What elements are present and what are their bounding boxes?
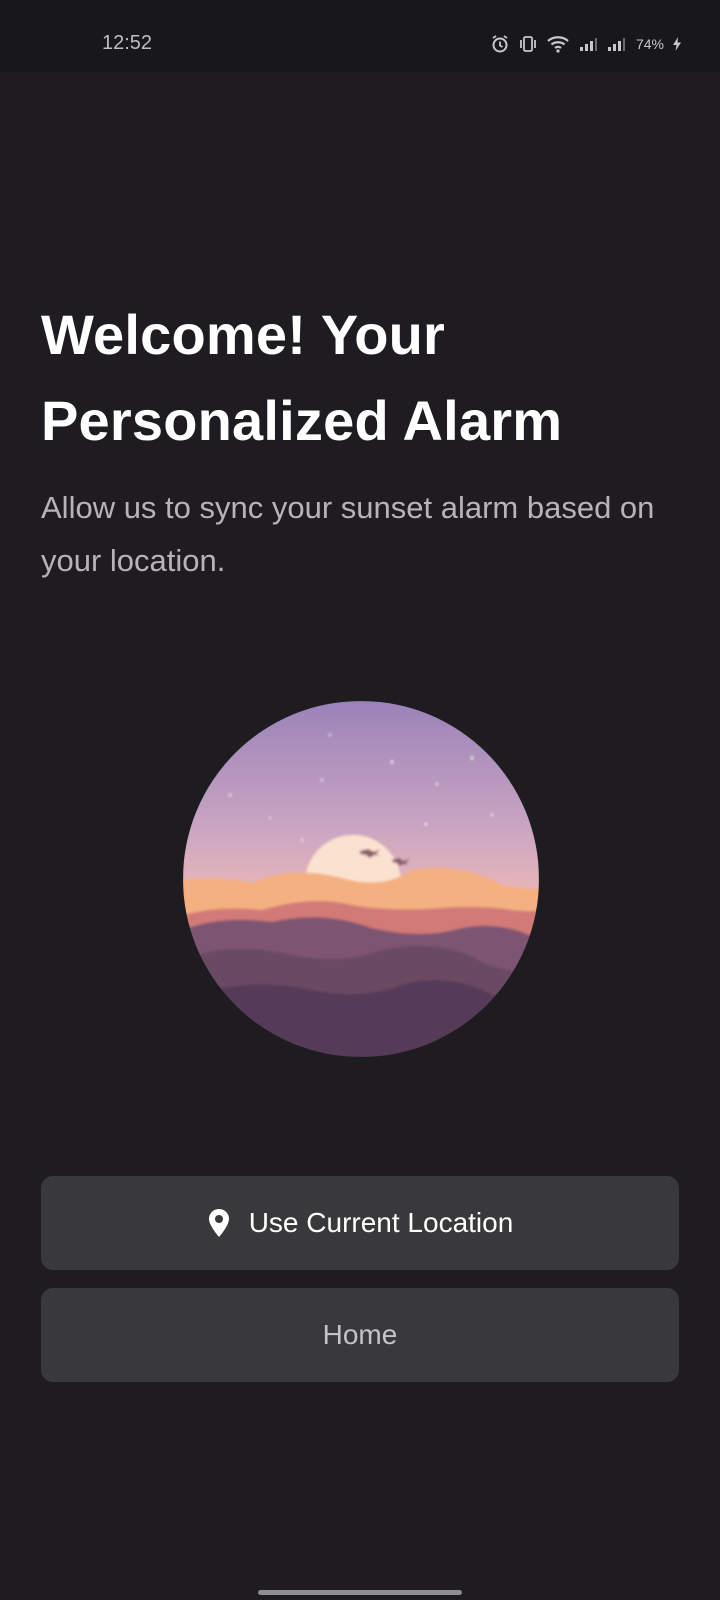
status-bar: 12:52 74% [0, 0, 720, 72]
charging-icon [672, 36, 682, 52]
wifi-icon [546, 34, 570, 54]
alarm-icon [490, 34, 510, 54]
home-button-label: Home [322, 1319, 398, 1350]
signal-icon [578, 36, 598, 52]
battery-level: 74% [635, 36, 664, 52]
status-icons: 74% [490, 34, 682, 54]
gesture-home-indicator[interactable] [258, 1590, 462, 1595]
use-current-location-button[interactable]: Use Current Location [41, 1176, 679, 1270]
status-time: 12:52 [102, 32, 153, 54]
use-current-location-label: Use Current Location [248, 1207, 514, 1238]
sunset-illustration [182, 700, 540, 1058]
vibrate-icon [518, 34, 538, 54]
signal-icon [606, 36, 626, 52]
location-pin-icon [208, 1209, 229, 1237]
page-title: Welcome! Your Personalized Alarm [41, 303, 563, 452]
page-subtitle: Allow us to sync your sunset alarm based… [41, 490, 655, 578]
home-button[interactable]: Home [41, 1288, 679, 1382]
